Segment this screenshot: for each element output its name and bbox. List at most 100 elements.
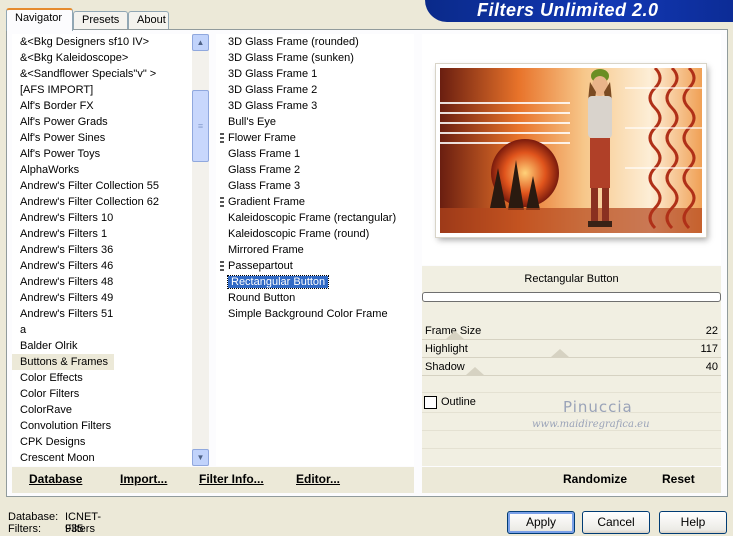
- filter-item[interactable]: Mirrored Frame: [216, 242, 414, 258]
- category-list[interactable]: &<Bkg Designers sf10 IV> &<Bkg Kaleidosco…: [12, 34, 192, 466]
- filter-item[interactable]: Glass Frame 1: [216, 146, 414, 162]
- category-item[interactable]: Color Filters: [12, 386, 192, 402]
- slider-shadow[interactable]: Shadow 40: [422, 359, 721, 377]
- category-item[interactable]: Buttons & Frames: [12, 354, 192, 370]
- category-item[interactable]: Andrew's Filters 10: [12, 210, 192, 226]
- filter-item[interactable]: 3D Glass Frame (sunken): [216, 50, 414, 66]
- filter-item[interactable]: 3D Glass Frame (rounded): [216, 34, 414, 50]
- category-item-label: CPK Designs: [20, 436, 86, 448]
- status-database: Database: ICNET-Filters: [8, 511, 101, 535]
- help-button[interactable]: Help: [659, 511, 727, 534]
- category-item[interactable]: Alf's Border FX: [12, 98, 192, 114]
- category-item[interactable]: &<Bkg Kaleidoscope>: [12, 50, 192, 66]
- tab-presets[interactable]: Presets: [73, 11, 128, 30]
- preview-artwork: [440, 68, 702, 233]
- banner-title: Filters Unlimited 2.0: [477, 0, 659, 20]
- category-item-label: Color Filters: [20, 388, 80, 400]
- category-item[interactable]: Alf's Power Toys: [12, 146, 192, 162]
- slider-label: Shadow: [425, 361, 465, 373]
- filter-item[interactable]: 3D Glass Frame 2: [216, 82, 414, 98]
- tab-navigator[interactable]: Navigator: [6, 8, 73, 31]
- category-item[interactable]: ColorRave: [12, 402, 192, 418]
- filter-item[interactable]: Glass Frame 2: [216, 162, 414, 178]
- category-item[interactable]: Andrew's Filters 49: [12, 290, 192, 306]
- editor-button[interactable]: Editor...: [296, 472, 340, 486]
- filter-item[interactable]: Kaleidoscopic Frame (rectangular): [216, 210, 414, 226]
- filter-item[interactable]: Passepartout: [216, 258, 414, 274]
- category-item[interactable]: CPK Designs: [12, 434, 192, 450]
- filter-item[interactable]: Flower Frame: [216, 130, 414, 146]
- cancel-button[interactable]: Cancel: [582, 511, 650, 534]
- filter-item[interactable]: 3D Glass Frame 3: [216, 98, 414, 114]
- row-divider: [422, 430, 721, 431]
- filter-item[interactable]: Kaleidoscopic Frame (round): [216, 226, 414, 242]
- filter-item[interactable]: Glass Frame 3: [216, 178, 414, 194]
- filter-list[interactable]: 3D Glass Frame (rounded) 3D Glass Frame (…: [216, 34, 414, 466]
- database-button[interactable]: Database: [29, 472, 82, 486]
- outline-checkbox[interactable]: [424, 396, 437, 409]
- filter-item-label: Glass Frame 3: [228, 180, 301, 192]
- category-item-label: Andrew's Filters 10: [20, 212, 114, 224]
- tab-about[interactable]: About: [128, 11, 169, 30]
- slider-thumb[interactable]: [446, 331, 465, 339]
- category-item-label: ColorRave: [20, 404, 72, 416]
- reset-button[interactable]: Reset: [662, 472, 695, 486]
- scroll-down-button[interactable]: ▼: [192, 449, 209, 466]
- status-database-label: Database:: [8, 511, 59, 523]
- group-marker-icon: [220, 261, 224, 271]
- category-item[interactable]: &<Sandflower Specials"v" >: [12, 66, 192, 82]
- category-item[interactable]: Alf's Power Grads: [12, 114, 192, 130]
- category-scrollbar[interactable]: ▲ ≡ ▼: [192, 34, 209, 466]
- slider-track[interactable]: [422, 375, 721, 376]
- filter-info-button[interactable]: Filter Info...: [199, 472, 264, 486]
- category-item[interactable]: Andrew's Filters 48: [12, 274, 192, 290]
- category-item[interactable]: Balder Olrik: [12, 338, 192, 354]
- filter-item[interactable]: Simple Background Color Frame: [216, 306, 414, 322]
- slider-thumb[interactable]: [466, 367, 485, 375]
- category-item-label: Buttons & Frames: [12, 354, 115, 370]
- slider-label: Highlight: [425, 343, 468, 355]
- randomize-button[interactable]: Randomize: [563, 472, 627, 486]
- category-item[interactable]: Andrew's Filter Collection 62: [12, 194, 192, 210]
- category-item[interactable]: [AFS IMPORT]: [12, 82, 192, 98]
- category-item-label: Alf's Border FX: [20, 100, 94, 112]
- category-item-label: Convolution Filters: [20, 420, 112, 432]
- filter-item[interactable]: Rectangular Button: [216, 274, 414, 290]
- category-item-label: Andrew's Filters 46: [20, 260, 114, 272]
- category-item-label: Andrew's Filters 36: [20, 244, 114, 256]
- category-item[interactable]: Color Effects: [12, 370, 192, 386]
- category-item[interactable]: Andrew's Filters 1: [12, 226, 192, 242]
- category-item[interactable]: &<Bkg Designers sf10 IV>: [12, 34, 192, 50]
- watermark-name: Pinuccia: [563, 398, 633, 416]
- group-marker-icon: [220, 133, 224, 143]
- apply-button[interactable]: Apply: [507, 511, 575, 534]
- chevron-up-icon: ▲: [196, 38, 205, 47]
- import-button[interactable]: Import...: [120, 472, 167, 486]
- filter-item-label: Glass Frame 2: [228, 164, 301, 176]
- category-item-label: Alf's Power Toys: [20, 148, 101, 160]
- slider-thumb[interactable]: [550, 349, 569, 357]
- filter-item[interactable]: Round Button: [216, 290, 414, 306]
- filter-item-label: 3D Glass Frame 1: [228, 68, 318, 80]
- title-banner: Filters Unlimited 2.0: [425, 0, 733, 22]
- slider-track[interactable]: [422, 339, 721, 340]
- filter-item[interactable]: Bull's Eye: [216, 114, 414, 130]
- category-item[interactable]: Andrew's Filters 36: [12, 242, 192, 258]
- category-item[interactable]: Andrew's Filters 46: [12, 258, 192, 274]
- category-item[interactable]: Andrew's Filters 51: [12, 306, 192, 322]
- filter-item[interactable]: 3D Glass Frame 1: [216, 66, 414, 82]
- category-item[interactable]: Andrew's Filter Collection 55: [12, 178, 192, 194]
- category-item[interactable]: Alf's Power Sines: [12, 130, 192, 146]
- scroll-up-button[interactable]: ▲: [192, 34, 209, 51]
- scroll-thumb[interactable]: ≡: [192, 90, 209, 162]
- category-item[interactable]: a: [12, 322, 192, 338]
- category-item-label: Alf's Power Sines: [20, 132, 106, 144]
- filter-item[interactable]: Gradient Frame: [216, 194, 414, 210]
- category-item[interactable]: Crescent Moon: [12, 450, 192, 466]
- category-item[interactable]: Convolution Filters: [12, 418, 192, 434]
- status-filters-label: Filters:: [8, 523, 41, 535]
- slider-frame-size[interactable]: Frame Size 22: [422, 323, 721, 341]
- category-item[interactable]: AlphaWorks: [12, 162, 192, 178]
- slider-track[interactable]: [422, 357, 721, 358]
- slider-highlight[interactable]: Highlight 117: [422, 341, 721, 359]
